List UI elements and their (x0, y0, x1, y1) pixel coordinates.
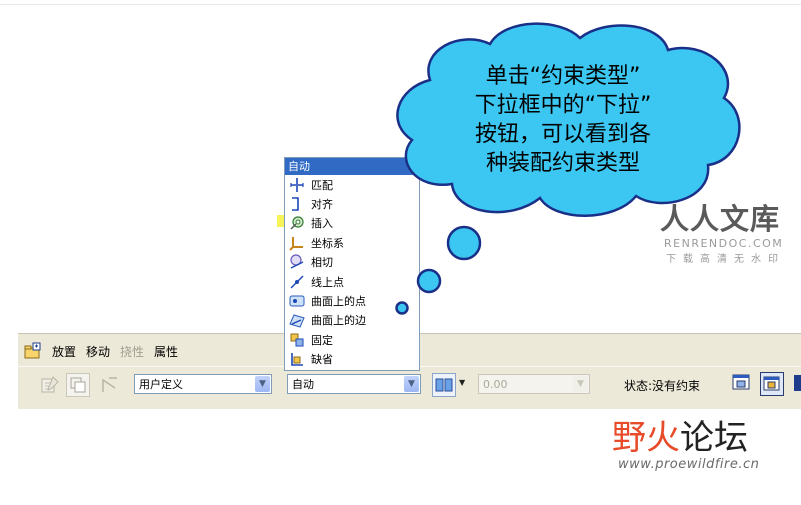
callout-line: 单击“约束类型” (485, 64, 641, 89)
watermark-subtitle: 下载高清无水印 (666, 254, 785, 265)
logo-title: 野火论坛 (612, 410, 792, 459)
logo-title-b: 论坛 (680, 418, 748, 458)
callout-line: 按钮，可以看到各 (474, 122, 651, 147)
logo-url: www.proewildfire.cn (618, 457, 760, 472)
callout-text: 单击“约束类型” 下拉框中的“下拉” 按钮，可以看到各 种装配约束类型 (438, 62, 688, 178)
logo-title-a: 野火 (612, 418, 680, 458)
callout-line: 下拉框中的“下拉” (474, 93, 652, 118)
proewildfire-logo: 野火论坛 www.proewildfire.cn (612, 410, 792, 472)
watermark-domain: RENRENDOC.COM (664, 237, 784, 250)
renrendoc-watermark: 人人文库 RENRENDOC.COM 下载高清无水印 (660, 196, 785, 265)
callout-line: 种装配约束类型 (485, 151, 640, 176)
watermark-title: 人人文库 (660, 202, 781, 236)
